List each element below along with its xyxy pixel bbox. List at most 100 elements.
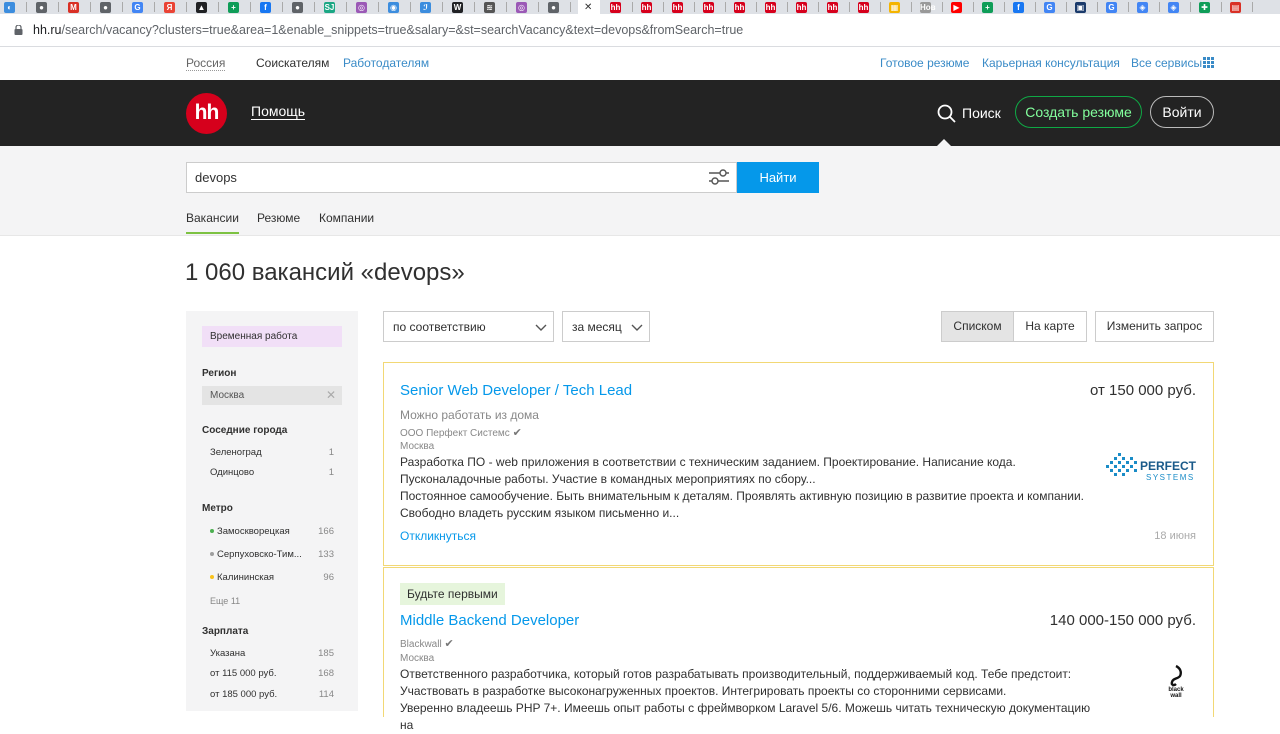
- tab-separator: [26, 2, 27, 12]
- period-select[interactable]: за месяц: [562, 311, 650, 342]
- find-button[interactable]: Найти: [737, 162, 819, 193]
- browser-tab[interactable]: hh: [765, 0, 776, 14]
- grid-icon[interactable]: [1203, 57, 1214, 68]
- hh-logo[interactable]: hh: [186, 93, 227, 134]
- all-services-link[interactable]: Все сервисы: [1131, 56, 1202, 70]
- tab-favicon-icon: ●: [36, 1, 47, 13]
- browser-tab[interactable]: f: [260, 0, 271, 14]
- filter-row[interactable]: Зеленоград 1: [210, 447, 334, 458]
- browser-tab[interactable]: ✚: [1199, 0, 1210, 14]
- filter-row[interactable]: Указана 185: [210, 648, 334, 659]
- temp-work-filter[interactable]: Временная работа: [202, 326, 342, 347]
- change-query-button[interactable]: Изменить запрос: [1095, 311, 1214, 342]
- tab-favicon-icon: ▲: [196, 1, 207, 13]
- filter-count: 185: [318, 648, 334, 659]
- tab-favicon-icon: hh: [765, 1, 776, 13]
- url-text[interactable]: hh.ru/search/vacancy?clusters=true&area=…: [33, 23, 743, 37]
- remote-label: Можно работать из дома: [400, 408, 539, 422]
- region-selected[interactable]: Москва ✕: [202, 386, 342, 405]
- browser-tab[interactable]: hh: [641, 0, 652, 14]
- browser-tab[interactable]: ●: [100, 0, 111, 14]
- tab-favicon-icon: W: [452, 1, 463, 13]
- browser-tab[interactable]: M: [68, 0, 79, 14]
- browser-tab[interactable]: Нов: [920, 0, 936, 14]
- browser-tab[interactable]: +: [982, 0, 993, 14]
- browser-tab[interactable]: ●: [292, 0, 303, 14]
- address-bar[interactable]: hh.ru/search/vacancy?clusters=true&area=…: [0, 14, 1280, 47]
- map-view-button[interactable]: На карте: [1013, 311, 1087, 342]
- browser-tab[interactable]: G: [1106, 0, 1117, 14]
- login-button[interactable]: Войти: [1150, 96, 1214, 128]
- vacancy-title-link[interactable]: Middle Backend Developer: [400, 612, 579, 629]
- filter-row[interactable]: Калининская 96: [210, 572, 334, 583]
- browser-tab[interactable]: ℐ: [420, 0, 431, 14]
- list-view-button[interactable]: Списком: [941, 311, 1014, 342]
- apply-link[interactable]: Откликнуться: [400, 529, 476, 543]
- tab-separator: [942, 2, 943, 12]
- browser-tab[interactable]: hh: [827, 0, 838, 14]
- filter-row[interactable]: Серпуховско-Тим... 133: [210, 549, 334, 560]
- browser-tab[interactable]: SJ: [324, 0, 335, 14]
- search-input[interactable]: devops: [186, 162, 737, 193]
- browser-tab[interactable]: ◈: [1137, 0, 1148, 14]
- filter-row[interactable]: Одинцово 1: [210, 467, 334, 478]
- active-browser-tab[interactable]: ✕: [578, 0, 600, 14]
- vacancy-title-link[interactable]: Senior Web Developer / Tech Lead: [400, 382, 632, 399]
- create-resume-button[interactable]: Создать резюме: [1015, 96, 1142, 128]
- browser-tab[interactable]: ●: [36, 0, 47, 14]
- help-link[interactable]: Помощь: [251, 104, 306, 120]
- close-icon[interactable]: ✕: [326, 388, 336, 402]
- browser-tab[interactable]: ▦: [889, 0, 900, 14]
- filters-icon[interactable]: [707, 168, 731, 186]
- browser-tab[interactable]: ◈: [1168, 0, 1179, 14]
- tab-separator: [663, 2, 664, 12]
- browser-tab[interactable]: ≋: [484, 0, 495, 14]
- filter-row[interactable]: от 115 000 руб. 168: [210, 668, 334, 679]
- company-link[interactable]: ООО Перфект Системс ✔: [400, 426, 522, 439]
- browser-tab[interactable]: ◎: [516, 0, 527, 14]
- browser-tab[interactable]: ◉: [388, 0, 399, 14]
- close-tab-icon[interactable]: ✕: [584, 2, 592, 13]
- browser-tab[interactable]: ▲: [196, 0, 207, 14]
- browser-tab[interactable]: ▤: [1230, 0, 1241, 14]
- browser-tab[interactable]: hh: [858, 0, 869, 14]
- browser-tab[interactable]: hh: [734, 0, 745, 14]
- filter-count: 133: [318, 549, 334, 560]
- tab-separator: [570, 2, 571, 12]
- browser-tab[interactable]: Я: [164, 0, 175, 14]
- browser-tab[interactable]: G: [1044, 0, 1055, 14]
- browser-tab[interactable]: ▶: [951, 0, 962, 14]
- metro-more-link[interactable]: Еще 11: [210, 596, 240, 606]
- region-link[interactable]: Россия: [186, 56, 226, 71]
- tab-resumes[interactable]: Резюме: [257, 211, 300, 225]
- seekers-link[interactable]: Соискателям: [256, 56, 329, 70]
- sort-select[interactable]: по соответствию: [383, 311, 554, 342]
- browser-tab[interactable]: ◐: [4, 0, 15, 14]
- filter-row[interactable]: Замоскворецкая 166: [210, 526, 334, 537]
- career-consult-link[interactable]: Карьерная консультация: [982, 56, 1120, 70]
- employers-link[interactable]: Работодателям: [343, 56, 429, 70]
- browser-tab[interactable]: +: [228, 0, 239, 14]
- tab-vacancies[interactable]: Вакансии: [186, 211, 239, 234]
- header-search-button[interactable]: Поиск: [937, 102, 1001, 124]
- browser-tab[interactable]: G: [132, 0, 143, 14]
- ready-resume-link[interactable]: Готовое резюме: [880, 56, 969, 70]
- browser-tab[interactable]: W: [452, 0, 463, 14]
- filter-row[interactable]: от 185 000 руб. 114: [210, 689, 334, 700]
- browser-tab[interactable]: hh: [703, 0, 714, 14]
- company-logo[interactable]: PERFECT SYSTEMS: [1106, 453, 1198, 487]
- filter-count: 96: [323, 572, 334, 583]
- tab-separator: [911, 2, 912, 12]
- browser-tab[interactable]: ●: [548, 0, 559, 14]
- browser-tab[interactable]: hh: [796, 0, 807, 14]
- browser-tab[interactable]: f: [1013, 0, 1024, 14]
- period-value: за месяц: [572, 320, 622, 334]
- browser-tab[interactable]: ◎: [356, 0, 367, 14]
- company-link[interactable]: Blackwall ✔: [400, 637, 454, 650]
- browser-tab[interactable]: hh: [610, 0, 621, 14]
- browser-tab[interactable]: hh: [672, 0, 683, 14]
- verified-check-icon: ✔: [444, 638, 454, 650]
- tab-companies[interactable]: Компании: [319, 211, 374, 225]
- company-logo[interactable]: black wall: [1164, 664, 1188, 698]
- browser-tab[interactable]: ▣: [1075, 0, 1086, 14]
